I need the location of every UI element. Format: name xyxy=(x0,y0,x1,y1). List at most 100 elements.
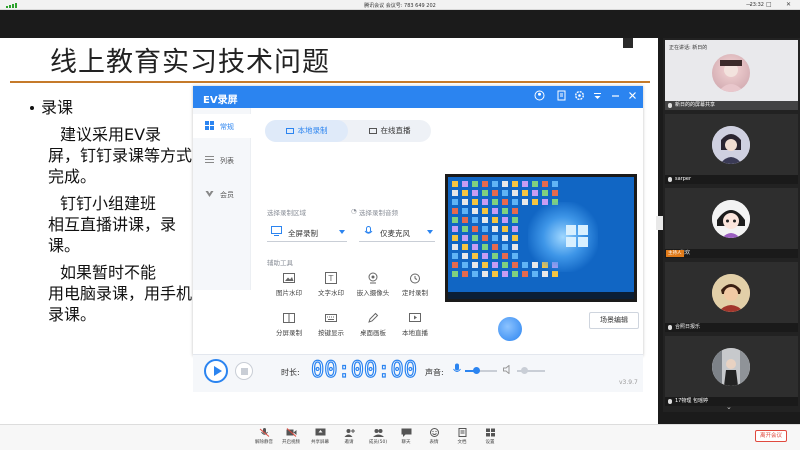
pen-icon xyxy=(368,312,379,323)
desktop-shortcut-icon xyxy=(472,253,478,259)
gear-icon[interactable] xyxy=(573,90,586,103)
participant-tile[interactable]: 正在讲话: 新日的 新日的的屏幕共享 xyxy=(665,40,798,110)
tool-image-watermark[interactable]: 图片水印 xyxy=(265,272,313,302)
duration-label: 时长: xyxy=(281,368,300,377)
desktop-shortcut-icon xyxy=(482,208,488,214)
speaking-indicator: 正在讲话: 新日的 xyxy=(669,45,708,51)
speaker-icon[interactable] xyxy=(503,365,513,374)
preview-float-button[interactable] xyxy=(498,317,522,341)
ev-recorder-window: EV录屏 常规 列表 会员 本地录制 在线直播 选择录制区域 ◔ 选择录制音频 … xyxy=(193,86,643,392)
stop-record-button[interactable] xyxy=(235,362,253,380)
slide-paragraph: 钉钉小组建班 相互直播讲课，录课。 xyxy=(28,193,192,256)
ev-sidebar: 常规 列表 会员 xyxy=(193,108,251,290)
region-select[interactable]: 全屏录制 xyxy=(267,222,347,242)
close-button[interactable]: ✕ xyxy=(786,1,791,8)
tool-scheduled-record[interactable]: 定时录制 xyxy=(391,272,439,302)
microphone-icon[interactable] xyxy=(453,363,461,375)
tool-split-screen[interactable]: 分屏录制 xyxy=(265,312,313,342)
sidebar-item-general[interactable]: 常规 xyxy=(193,114,251,138)
mic-volume-slider[interactable] xyxy=(465,367,497,374)
tool-label: 桌面画板 xyxy=(360,329,386,337)
tool-local-live[interactable]: 本地直播 xyxy=(391,312,439,342)
participant-tile[interactable]: 合照日报乐 xyxy=(665,262,798,332)
desktop-shortcut-icon xyxy=(492,253,498,259)
desktop-shortcut-icon xyxy=(512,253,518,259)
expand-handle[interactable] xyxy=(656,216,663,230)
mic-icon xyxy=(668,103,672,108)
tool-text-watermark[interactable]: T 文字水印 xyxy=(307,272,355,302)
start-video-button[interactable]: 开启视频 xyxy=(277,427,305,449)
tool-embed-camera[interactable]: 嵌入摄像头 xyxy=(349,272,397,302)
participant-name: 新日的的屏幕共享 xyxy=(665,101,798,110)
chat-icon xyxy=(401,428,411,437)
desktop-shortcut-icon xyxy=(472,181,478,187)
file-icon[interactable] xyxy=(555,90,568,103)
members-button[interactable]: 成员(50) xyxy=(364,427,392,449)
sidebar-item-list[interactable]: 列表 xyxy=(193,148,251,172)
start-record-button[interactable] xyxy=(204,359,228,383)
paragraph-rest: 相互直播讲课，录课。 xyxy=(48,215,177,255)
tool-key-display[interactable]: 按键显示 xyxy=(307,312,355,342)
speaker-volume-slider[interactable] xyxy=(517,367,545,374)
tab-online-live[interactable]: 在线直播 xyxy=(348,120,431,142)
participant-tile[interactable]: 17物理 包瑶婷 xyxy=(665,336,798,406)
user-icon[interactable] xyxy=(533,90,546,103)
close-icon[interactable] xyxy=(626,90,639,103)
paragraph-first-line: 如果暂时不能 xyxy=(60,263,157,282)
live-icon xyxy=(368,128,377,134)
desktop-shortcut-icon xyxy=(452,226,458,232)
desktop-shortcut-icon xyxy=(512,199,518,205)
desktop-shortcut-icon xyxy=(482,199,488,205)
participant-tile[interactable]: sarper xyxy=(665,114,798,184)
sidebar-item-vip[interactable]: 会员 xyxy=(193,182,251,206)
avatar xyxy=(712,274,750,312)
aux-tools-label: 辅助工具 xyxy=(267,259,293,267)
emoji-button[interactable]: 表情 xyxy=(420,427,448,449)
svg-text:T: T xyxy=(328,274,334,283)
split-screen-icon xyxy=(283,313,295,323)
desktop-shortcut-icon xyxy=(502,244,508,250)
microphone-icon xyxy=(364,226,373,234)
unmute-button[interactable]: 解除静音 xyxy=(250,427,278,449)
screen-preview xyxy=(445,174,637,302)
play-icon xyxy=(214,366,222,376)
participants-panel: 正在讲话: 新日的 新日的的屏幕共享 sarper 万紫欢 主持人 xyxy=(663,38,800,412)
menu-icon[interactable] xyxy=(591,90,604,103)
audio-label: 选择录制音频 xyxy=(359,209,398,217)
settings-button[interactable]: 设置 xyxy=(476,427,504,449)
avatar xyxy=(712,126,750,164)
desktop-shortcut-icon xyxy=(482,217,488,223)
documents-button[interactable]: 文档 xyxy=(448,427,476,449)
chat-button[interactable]: 聊天 xyxy=(392,427,420,449)
desktop-shortcut-icon xyxy=(512,226,518,232)
minimize-button[interactable]: — xyxy=(746,1,752,8)
desktop-shortcut-icon xyxy=(452,271,458,277)
invite-button[interactable]: 邀请 xyxy=(335,427,363,449)
audio-select[interactable]: 仅麦克风 xyxy=(359,222,435,242)
toolbar-label: 共享屏幕 xyxy=(311,440,329,445)
title-divider xyxy=(10,81,650,83)
participant-tile[interactable]: 万紫欢 主持人 xyxy=(665,188,798,258)
slider-knob[interactable] xyxy=(521,367,528,374)
version-label: v3.9.7 xyxy=(619,379,638,386)
share-screen-button[interactable]: 共享屏幕 xyxy=(306,427,334,449)
ev-titlebar: EV录屏 xyxy=(193,86,643,108)
vip-icon xyxy=(205,191,214,197)
desktop-shortcut-icon xyxy=(472,190,478,196)
tool-desktop-board[interactable]: 桌面画板 xyxy=(349,312,397,342)
share-toolbar-handle[interactable] xyxy=(623,38,633,48)
slide-paragraph: 建议采用EV录 屏，钉钉录课等方式完成。 xyxy=(28,124,192,187)
settings-icon xyxy=(485,428,495,437)
scene-edit-button[interactable]: 场景编辑 xyxy=(589,312,639,329)
desktop-shortcut-icon xyxy=(502,181,508,187)
desktop-shortcut-icon xyxy=(472,226,478,232)
chevron-down-icon[interactable]: ⌄ xyxy=(726,403,732,411)
audio-select-value: 仅麦克风 xyxy=(380,229,410,238)
minimize-icon[interactable] xyxy=(609,90,622,103)
tool-label: 嵌入摄像头 xyxy=(356,289,390,297)
desktop-shortcut-icon xyxy=(492,244,498,250)
maximize-button[interactable]: □ xyxy=(766,1,772,8)
leave-meeting-button[interactable]: 离开会议 xyxy=(755,430,787,442)
toolbar-label: 成员(50) xyxy=(368,440,388,445)
tab-local-record[interactable]: 本地录制 xyxy=(265,120,348,142)
